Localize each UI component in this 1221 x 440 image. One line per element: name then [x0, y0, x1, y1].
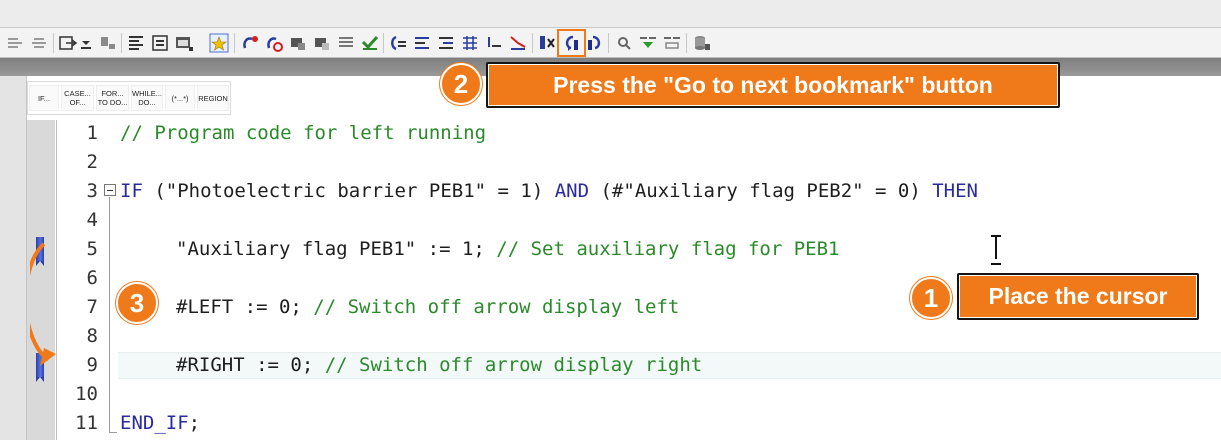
prev-bookmark-icon[interactable] — [585, 33, 605, 53]
text-cursor-icon — [990, 235, 1002, 265]
expand-icon[interactable] — [78, 33, 98, 53]
outdent-icon[interactable] — [30, 33, 50, 53]
toolbar-separator — [608, 33, 609, 53]
favorites-icon[interactable] — [209, 33, 229, 53]
line-number: 2 — [86, 151, 98, 173]
comment-icon[interactable] — [288, 33, 308, 53]
line-number: 3 — [86, 180, 98, 202]
toolbar-separator — [532, 33, 533, 53]
instruction-icon[interactable] — [240, 33, 260, 53]
callout-place-cursor: Place the cursor — [957, 273, 1199, 320]
snippet-comment[interactable]: (*...*) — [165, 85, 195, 111]
code-line-5[interactable]: "Auxiliary flag PEB1" := 1; // Set auxil… — [176, 238, 839, 260]
line-alt-icon[interactable] — [508, 33, 528, 53]
snippet-while-do[interactable]: WHILE... DO... — [131, 85, 163, 111]
toolbar-separator — [383, 33, 384, 53]
editor-title-area — [0, 0, 1221, 28]
code-line-3[interactable]: IF ("Photoelectric barrier PEB1" = 1) AN… — [120, 180, 978, 202]
monitor-alt-icon[interactable] — [662, 33, 682, 53]
callout-number-3: 3 — [116, 282, 158, 324]
tia-portal-scl-editor: IF... CASE... OF... FOR... TO DO... WHIL… — [0, 0, 1221, 440]
callout-number-1: 1 — [910, 277, 952, 319]
fold-guide-end — [109, 432, 117, 433]
toolbar-separator — [686, 33, 687, 53]
line-number: 1 — [86, 122, 98, 144]
code-line-1[interactable]: // Program code for left running — [120, 122, 486, 144]
toolbar-separator — [234, 33, 235, 53]
search-icon[interactable] — [614, 33, 634, 53]
code-line-9[interactable]: #RIGHT := 0; // Switch off arrow display… — [176, 354, 702, 376]
line-icon[interactable] — [484, 33, 504, 53]
database-icon[interactable] — [692, 33, 712, 53]
list-alt-icon[interactable] — [150, 33, 170, 53]
callout-number-2: 2 — [440, 63, 482, 105]
indent-icon[interactable] — [6, 33, 26, 53]
snippet-if[interactable]: IF... — [29, 85, 59, 111]
toolbar-separator — [53, 33, 54, 53]
monitor-icon[interactable] — [638, 33, 658, 53]
line-number: 11 — [75, 412, 98, 434]
code-line-7[interactable]: #LEFT := 0; // Switch off arrow display … — [176, 296, 679, 318]
grid-icon[interactable] — [460, 33, 480, 53]
tag-icon[interactable] — [98, 33, 118, 53]
toolbar-separator — [121, 33, 122, 53]
left-frame — [0, 76, 27, 440]
snippet-region[interactable]: REGION — [197, 85, 229, 111]
line-number: 4 — [86, 209, 98, 231]
insert-icon[interactable] — [58, 33, 78, 53]
snippet-case-of[interactable]: CASE... OF... — [61, 85, 94, 111]
table-icon[interactable] — [336, 33, 356, 53]
code-line-11[interactable]: END_IF; — [120, 412, 200, 434]
line-number: 10 — [75, 383, 98, 405]
callout-press-next-bookmark: Press the "Go to next bookmark" button — [486, 62, 1060, 108]
snippet-for-to-do[interactable]: FOR... TO DO... — [96, 85, 129, 111]
stop-icon[interactable] — [264, 33, 284, 53]
bookmark-set-icon[interactable] — [537, 33, 557, 53]
next-bookmark-highlight — [557, 29, 586, 57]
check-icon[interactable] — [360, 33, 380, 53]
uncomment-icon[interactable] — [312, 33, 332, 53]
window-icon[interactable] — [174, 33, 194, 53]
list-icon[interactable] — [126, 33, 146, 53]
align-icon[interactable] — [412, 33, 432, 53]
prev-jump-icon[interactable] — [388, 33, 408, 53]
fold-toggle-icon[interactable] — [104, 184, 116, 196]
align-right-icon[interactable] — [436, 33, 456, 53]
